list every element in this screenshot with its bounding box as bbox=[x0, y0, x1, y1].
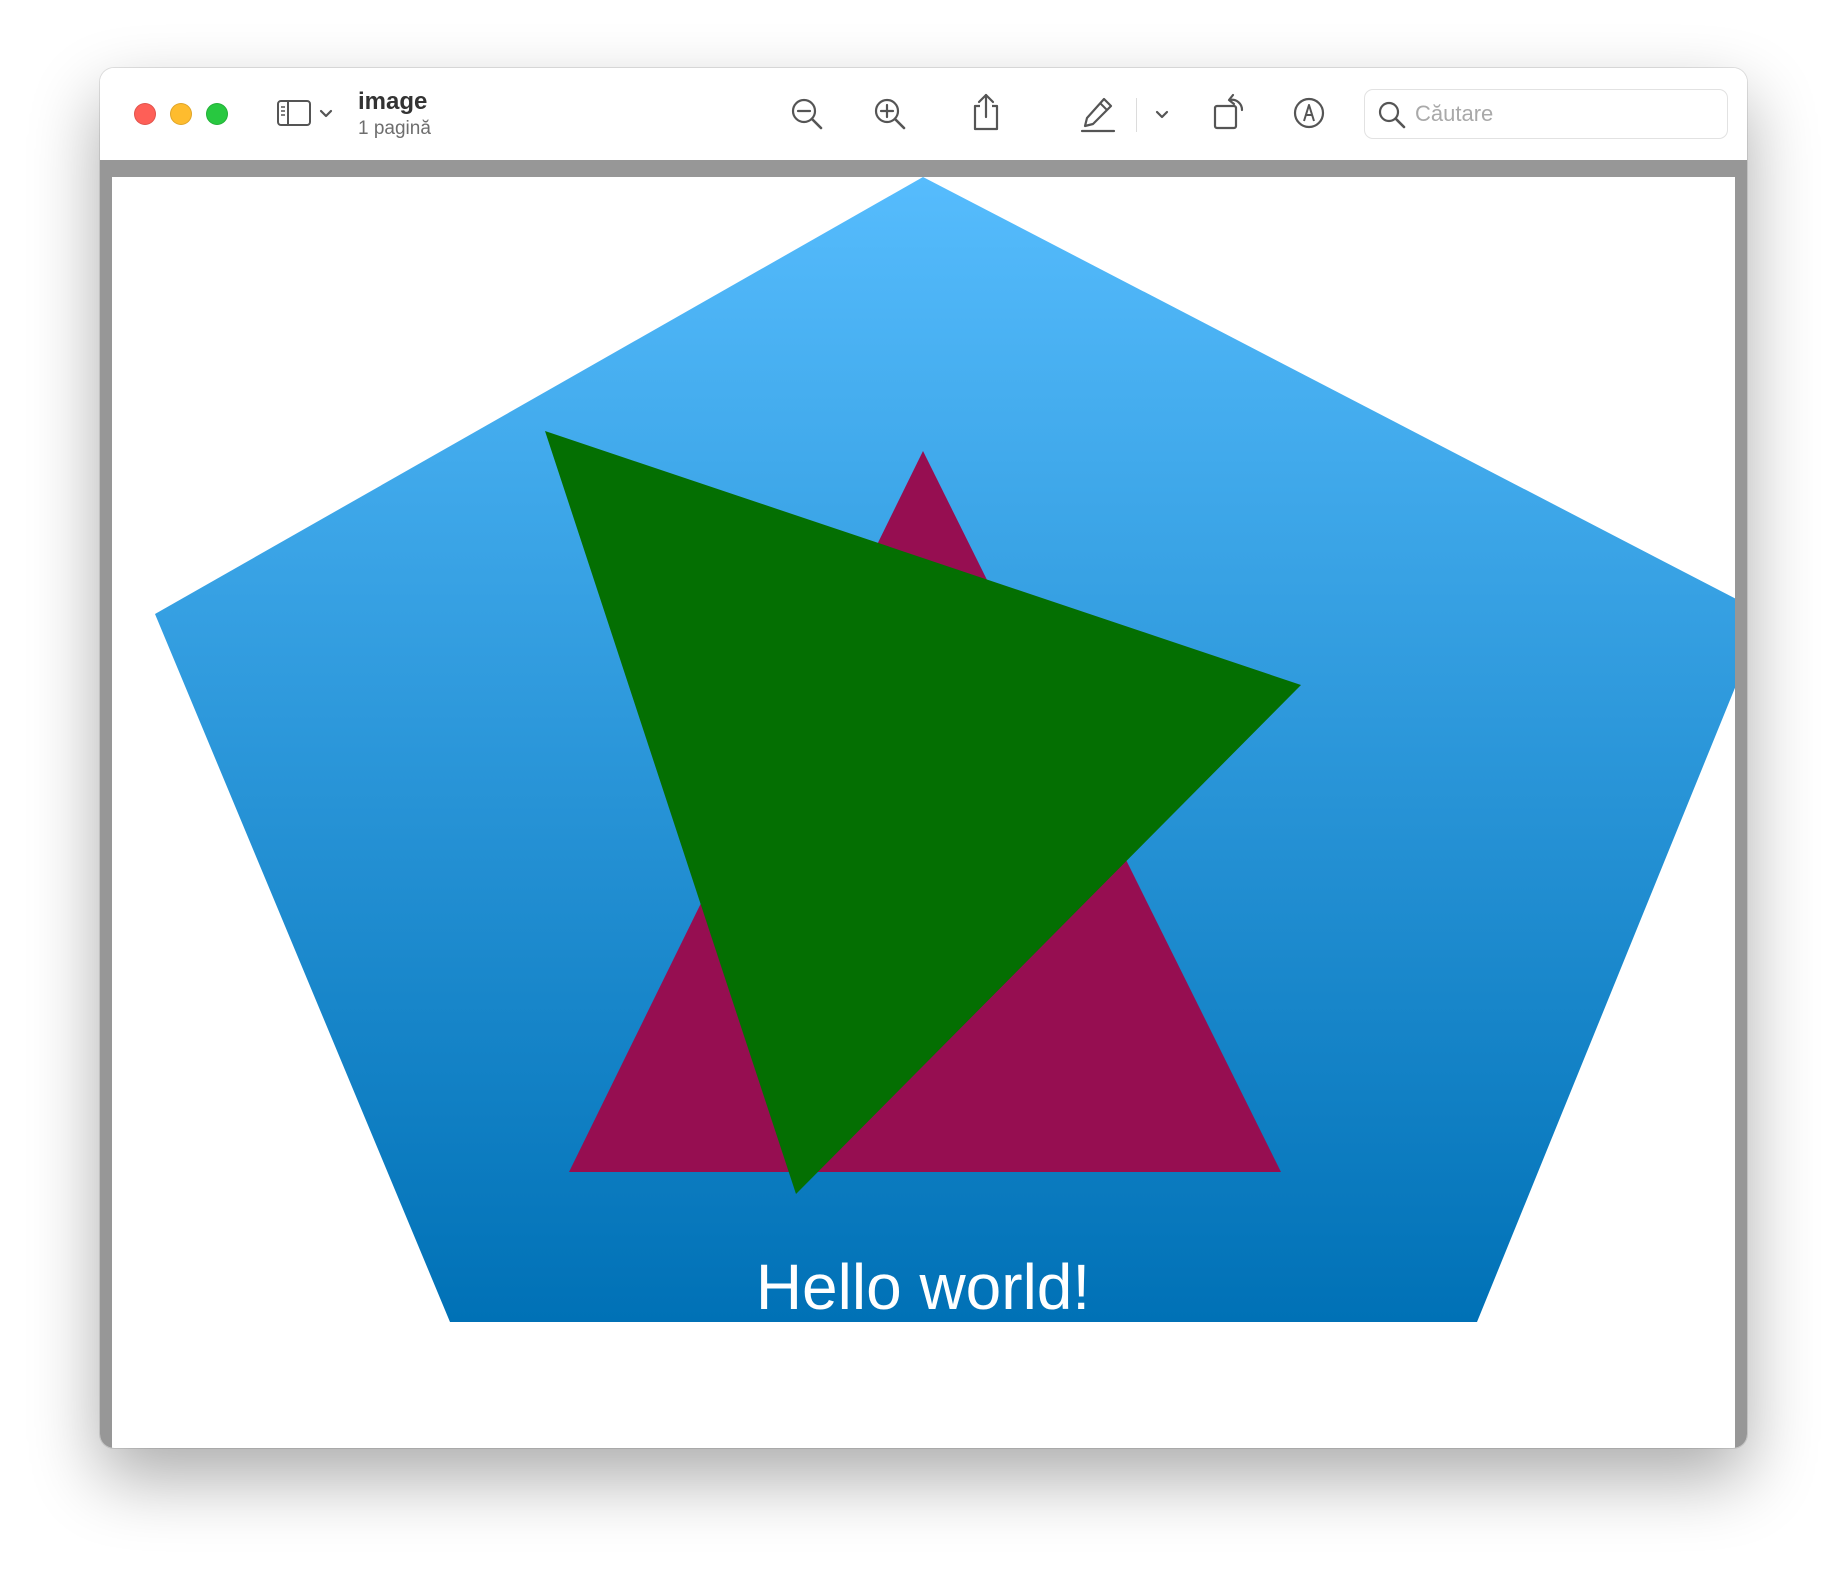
annotate-icon[interactable] bbox=[1292, 96, 1326, 130]
minimize-button[interactable] bbox=[170, 103, 192, 125]
document-page-count: 1 pagină bbox=[358, 118, 431, 139]
rotate-icon[interactable] bbox=[1212, 92, 1248, 132]
close-button[interactable] bbox=[134, 103, 156, 125]
chevron-down-icon[interactable] bbox=[1154, 109, 1170, 121]
sidebar-icon[interactable] bbox=[276, 98, 312, 128]
document-viewport: Hello world! bbox=[100, 160, 1747, 1448]
share-icon[interactable] bbox=[970, 92, 1002, 132]
toolbar-separator bbox=[1136, 98, 1137, 132]
document-title: image bbox=[358, 88, 428, 115]
titlebar: image 1 pagină bbox=[100, 68, 1747, 160]
chevron-down-icon[interactable] bbox=[318, 108, 334, 120]
hello-world-text: Hello world! bbox=[756, 1251, 1090, 1323]
zoom-button[interactable] bbox=[206, 103, 228, 125]
search-field[interactable] bbox=[1365, 90, 1727, 138]
markup-pen-icon[interactable] bbox=[1080, 95, 1116, 133]
search-icon bbox=[1377, 100, 1407, 130]
zoom-in-icon[interactable] bbox=[873, 97, 907, 131]
preview-window: image 1 pagină Căutare Hello world! bbox=[100, 68, 1747, 1448]
zoom-out-icon[interactable] bbox=[790, 97, 824, 131]
page-image: Hello world! bbox=[155, 177, 1735, 1323]
search-input[interactable] bbox=[1415, 98, 1715, 130]
document-page: Hello world! bbox=[112, 177, 1735, 1448]
